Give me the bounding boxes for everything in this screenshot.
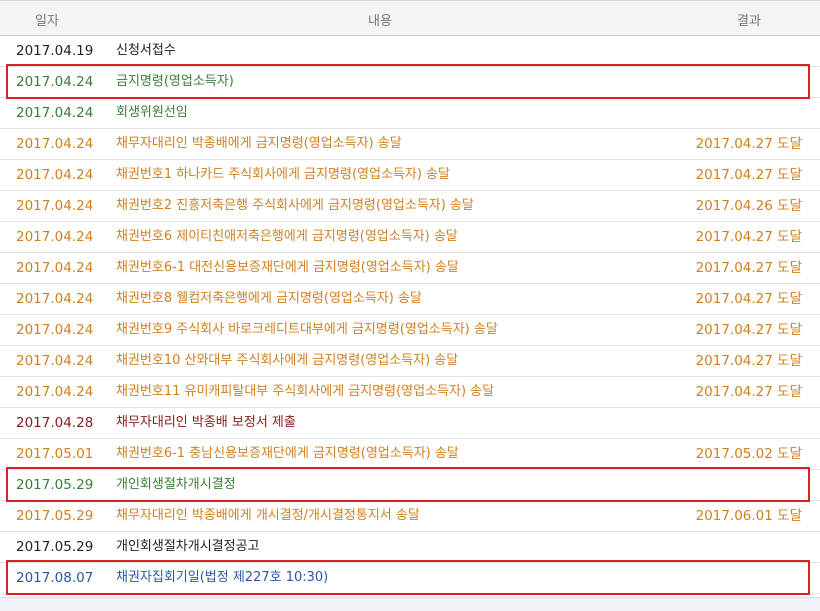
table-row: 2017.04.24 채권번호6-1 대전신용보증재단에게 금지명령(영업소득자)… (0, 253, 820, 284)
row-content: 채권번호9 주식회사 바로크레디트대부에게 금지명령(영업소득자) 송달 (116, 322, 498, 337)
row-date: 2017.04.24 (16, 136, 94, 152)
row-result: 2017.04.27 도달 (695, 384, 802, 400)
row-date: 2017.04.28 (16, 415, 94, 431)
row-content: 채권번호8 웰컴저축은행에게 금지명령(영업소득자) 송달 (116, 291, 422, 306)
row-content: 채권자집회기일(법정 제227호 10:30) (116, 570, 329, 585)
row-date: 2017.04.24 (16, 167, 94, 183)
row-date: 2017.04.24 (16, 105, 94, 121)
row-result: 2017.06.01 도달 (695, 508, 802, 524)
row-content: 금지명령(영업소득자) (116, 74, 234, 89)
table-row: 2017.05.29 개인회생절차개시결정 (0, 470, 820, 501)
row-result: 2017.04.27 도달 (695, 322, 802, 338)
row-result: 2017.04.27 도달 (695, 136, 802, 152)
table-row: 2017.08.07 채권자집회기일(법정 제227호 10:30) (0, 563, 820, 594)
footer-strip (0, 597, 820, 611)
row-date: 2017.04.24 (16, 384, 94, 400)
row-content: 채권번호6-1 대전신용보증재단에게 금지명령(영업소득자) 송달 (116, 260, 459, 275)
row-date: 2017.04.24 (16, 322, 94, 338)
row-content: 채권번호1 하나카드 주식회사에게 금지명령(영업소득자) 송달 (116, 167, 450, 182)
row-content: 채무자대리인 박종배 보정서 제출 (116, 415, 296, 430)
row-content: 개인회생절차개시결정 (116, 477, 236, 492)
row-date: 2017.04.24 (16, 353, 94, 369)
table-row: 2017.04.24 금지명령(영업소득자) (0, 67, 820, 98)
table-row: 2017.04.24 채권번호1 하나카드 주식회사에게 금지명령(영업소득자) … (0, 160, 820, 191)
table-row: 2017.05.01 채권번호6-1 충남신용보증재단에게 금지명령(영업소득자)… (0, 439, 820, 470)
table-header: 일자 내용 결과 (0, 0, 820, 36)
table-row: 2017.04.24 채권번호2 진흥저축은행 주식회사에게 금지명령(영업소득자… (0, 191, 820, 222)
row-date: 2017.04.24 (16, 74, 94, 90)
row-content: 채권번호6-1 충남신용보증재단에게 금지명령(영업소득자) 송달 (116, 446, 459, 461)
row-date: 2017.08.07 (16, 570, 94, 586)
table-row: 2017.04.24 채권번호10 산와대부 주식회사에게 금지명령(영업소득자)… (0, 346, 820, 377)
row-content: 채권번호11 유미캐피탈대부 주식회사에게 금지명령(영업소득자) 송달 (116, 384, 495, 399)
row-content: 채권번호10 산와대부 주식회사에게 금지명령(영업소득자) 송달 (116, 353, 459, 368)
table-row: 2017.04.24 채권번호9 주식회사 바로크레디트대부에게 금지명령(영업소… (0, 315, 820, 346)
row-content: 채무자대리인 박종배에게 개시결정/개시결정통지서 송달 (116, 508, 420, 523)
row-date: 2017.05.01 (16, 446, 94, 462)
row-content: 채무자대리인 박종배에게 금지명령(영업소득자) 송달 (116, 136, 402, 151)
table-row: 2017.04.24 회생위원선임 (0, 98, 820, 129)
row-result: 2017.04.27 도달 (695, 260, 802, 276)
header-date: 일자 (35, 14, 59, 29)
header-content: 내용 (368, 14, 392, 29)
row-date: 2017.05.29 (16, 508, 94, 524)
table-row: 2017.04.24 채권번호11 유미캐피탈대부 주식회사에게 금지명령(영업소… (0, 377, 820, 408)
table-row: 2017.04.24 채무자대리인 박종배에게 금지명령(영업소득자) 송달 201… (0, 129, 820, 160)
table-body: 2017.04.19 신청서접수 2017.04.24 금지명령(영업소득자) 2017… (0, 36, 820, 594)
table-row: 2017.05.29 개인회생절차개시결정공고 (0, 532, 820, 563)
row-content: 채권번호6 제이티친애저축은행에게 금지명령(영업소득자) 송달 (116, 229, 458, 244)
row-date: 2017.04.24 (16, 260, 94, 276)
row-date: 2017.04.24 (16, 229, 94, 245)
row-result: 2017.05.02 도달 (695, 446, 802, 462)
table-row: 2017.04.24 채권번호6 제이티친애저축은행에게 금지명령(영업소득자) … (0, 222, 820, 253)
row-date: 2017.05.29 (16, 539, 94, 555)
header-result: 결과 (737, 14, 761, 29)
table-row: 2017.05.29 채무자대리인 박종배에게 개시결정/개시결정통지서 송달 20… (0, 501, 820, 532)
row-content: 개인회생절차개시결정공고 (116, 539, 260, 554)
row-result: 2017.04.27 도달 (695, 229, 802, 245)
case-progress-table: 일자 내용 결과 2017.04.19 신청서접수 2017.04.24 금지명령(영… (0, 0, 820, 594)
row-date: 2017.04.24 (16, 198, 94, 214)
row-content: 신청서접수 (116, 43, 176, 58)
row-date: 2017.04.19 (16, 43, 94, 59)
row-content: 회생위원선임 (116, 105, 188, 120)
table-row: 2017.04.19 신청서접수 (0, 36, 820, 67)
row-date: 2017.04.24 (16, 291, 94, 307)
row-result: 2017.04.27 도달 (695, 291, 802, 307)
row-result: 2017.04.27 도달 (695, 167, 802, 183)
table-row: 2017.04.28 채무자대리인 박종배 보정서 제출 (0, 408, 820, 439)
row-result: 2017.04.27 도달 (695, 353, 802, 369)
row-result: 2017.04.26 도달 (695, 198, 802, 214)
row-date: 2017.05.29 (16, 477, 94, 493)
table-row: 2017.04.24 채권번호8 웰컴저축은행에게 금지명령(영업소득자) 송달 2… (0, 284, 820, 315)
row-content: 채권번호2 진흥저축은행 주식회사에게 금지명령(영업소득자) 송달 (116, 198, 474, 213)
